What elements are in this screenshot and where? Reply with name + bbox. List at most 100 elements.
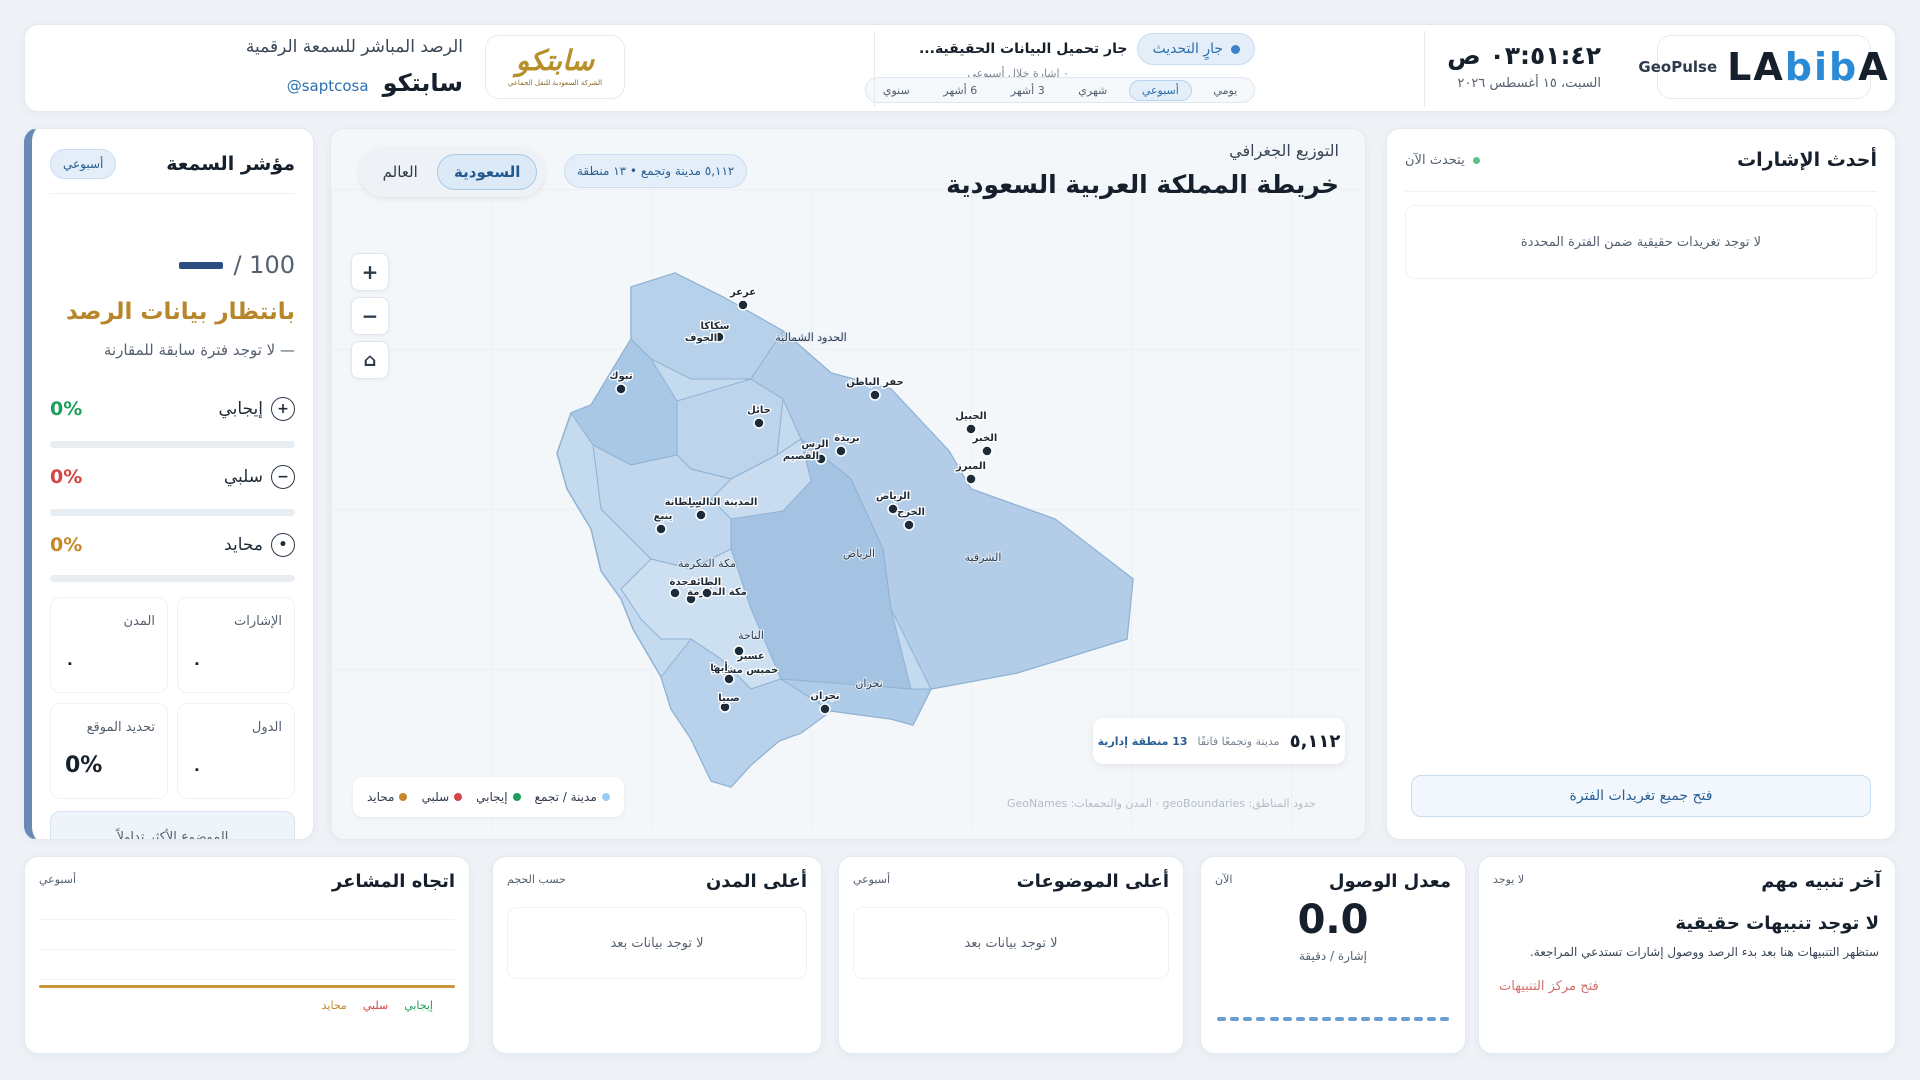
zoom-in-button[interactable]: + <box>351 253 389 291</box>
city-label: تبوك <box>609 371 633 382</box>
regions-count: 13 منطقة إدارية <box>1097 734 1188 748</box>
city-marker[interactable] <box>737 299 749 311</box>
legend-city: مدينة / تجمع <box>535 790 610 804</box>
clock-time: ٠٣:٥١:٤٢ ص <box>1447 41 1601 70</box>
city-label: الرياض <box>876 491 910 502</box>
rate-card-title: معدل الوصول <box>1328 871 1451 892</box>
city-label: عرعر <box>729 287 756 298</box>
cities-stat-label: المدن <box>123 614 155 629</box>
city-label: جدة <box>670 577 689 588</box>
alert-card-title: آخر تنبيه مهم <box>1761 871 1881 892</box>
map-stats-box: ٥,١١٢ مدينة وتجمعًا فاتقًا 13 منطقة إدار… <box>1093 718 1345 764</box>
topics-card-tag: أسبوعي <box>853 873 891 886</box>
range-tab-monthly[interactable]: شهري <box>1066 81 1119 100</box>
city-label: السلطانة <box>665 497 710 508</box>
legend-positive-label: إيجابي <box>476 790 508 804</box>
range-tab-yearly[interactable]: سنوي <box>871 81 922 100</box>
topics-empty-state: لا توجد بيانات بعد <box>853 907 1169 979</box>
city-marker[interactable] <box>965 473 977 485</box>
city-label: الجبيل <box>955 411 986 422</box>
latest-alert-card: آخر تنبيه مهم لا يوجد لا توجد تنبيهات حق… <box>1478 856 1896 1054</box>
city-marker[interactable] <box>723 673 735 685</box>
tab-world[interactable]: العالم <box>367 155 434 189</box>
legend-positive: إيجابي <box>476 790 521 804</box>
latest-signals-title: أحدث الإشارات <box>1737 149 1877 171</box>
brand-handle-link[interactable]: @saptcosa <box>287 77 369 95</box>
negative-progress <box>50 509 295 516</box>
range-tab-daily[interactable]: يومي <box>1201 81 1249 100</box>
city-marker[interactable] <box>695 509 707 521</box>
time-range-tabs: يومي أسبوعي شهري 3 أشهر 6 أشهر سنوي <box>865 77 1255 103</box>
range-tab-weekly[interactable]: أسبوعي <box>1128 79 1192 101</box>
cities-card-tag: حسب الحجم <box>507 873 566 886</box>
city-marker[interactable] <box>669 587 681 599</box>
neutral-progress <box>50 575 295 582</box>
zoom-out-button[interactable]: − <box>351 297 389 335</box>
map-kicker: التوزيع الجغرافي <box>1229 141 1339 160</box>
tab-saudi[interactable]: السعودية <box>437 154 538 190</box>
live-indicator: يتحدث الآن <box>1405 153 1480 168</box>
countries-stat-value: ٠ <box>192 759 202 778</box>
city-label: عسير <box>736 651 764 662</box>
labiba-logo: LAbibA <box>1727 45 1890 89</box>
cities-card-title: أعلى المدن <box>705 871 807 892</box>
alert-card-tag: لا يوجد <box>1493 873 1525 886</box>
reputation-compare: — لا توجد فترة سابقة للمقارنة <box>103 341 295 359</box>
city-marker[interactable] <box>655 523 667 535</box>
countries-stat-label: الدول <box>251 720 282 735</box>
rate-card-tag: الآن <box>1215 873 1233 886</box>
city-label: ينبع <box>654 511 673 522</box>
region-label: الشرقية <box>965 551 1002 564</box>
legend-neutral-label: محايد <box>321 999 347 1012</box>
home-icon[interactable]: ⌂ <box>351 341 389 379</box>
reputation-period-badge[interactable]: أسبوعي <box>50 149 117 179</box>
labiba-geopulse-logo: GeoPulse LAbibA <box>1638 35 1888 99</box>
cities-empty-state: لا توجد بيانات بعد <box>507 907 807 979</box>
range-tab-6-months[interactable]: 6 أشهر <box>931 81 989 100</box>
top-topic-card[interactable]: الموضوع الأكثر تداولاً <box>50 811 295 839</box>
open-alerts-center-link[interactable]: فتح مركز التنبيهات <box>1499 979 1599 994</box>
open-all-tweets-button[interactable]: فتح جميع تغريدات الفترة <box>1411 775 1871 817</box>
chart-gridline <box>39 979 455 980</box>
header-divider <box>874 31 875 107</box>
negative-value: 0% <box>50 466 83 488</box>
saptco-logo-sub: الشركة السعودية للنقل الجماعي <box>507 79 603 87</box>
neutral-trend-line <box>39 985 455 988</box>
region-label: الحدود الشمالية <box>775 331 847 344</box>
clock-block: ٠٣:٥١:٤٢ ص السبت، ١٥ أغسطس ٢٠٢٦ <box>1441 41 1601 91</box>
city-marker[interactable] <box>835 445 847 457</box>
score-max: / 100 <box>233 251 295 279</box>
map-panel: الحدود الشمالية الرياض الشرقية مكة المكر… <box>330 128 1366 840</box>
sentiment-card-title: اتجاه المشاعر <box>331 871 455 892</box>
positive-value: 0% <box>50 398 83 420</box>
top-header: GeoPulse LAbibA ٠٣:٥١:٤٢ ص السبت، ١٥ أغس… <box>24 24 1896 112</box>
geo-stat-label: تحديد الموقع <box>86 720 155 735</box>
city-marker[interactable] <box>701 587 713 599</box>
reputation-score: / 100 <box>179 251 295 279</box>
map-scope-tabs: السعودية العالم <box>359 147 545 197</box>
latest-signals-panel: أحدث الإشارات يتحدث الآن لا توجد تغريدات… <box>1386 128 1896 840</box>
range-tab-3-months[interactable]: 3 أشهر <box>999 81 1057 100</box>
negative-label: سلبي <box>223 467 263 487</box>
sentiment-legend: إيجابي سلبي محايد <box>322 999 433 1012</box>
city-label: الرس <box>801 439 828 450</box>
city-marker[interactable] <box>869 389 881 401</box>
live-dot-icon <box>1472 156 1480 164</box>
city-label: بريدة <box>834 433 859 444</box>
header-divider <box>1424 31 1425 107</box>
city-label: نجران <box>810 691 839 702</box>
rate-sparkline <box>1217 1017 1449 1021</box>
reputation-status: بانتظار بيانات الرصد <box>66 299 295 325</box>
reputation-title: مؤشر السمعة <box>166 153 295 175</box>
city-marker[interactable] <box>753 417 765 429</box>
positive-row: + إيجابي 0% <box>50 397 295 421</box>
signals-empty-state: لا توجد تغريدات حقيقية ضمن الفترة المحدد… <box>1405 205 1877 279</box>
city-marker[interactable] <box>615 383 627 395</box>
cities-stat-value: ٠ <box>65 653 75 672</box>
city-marker[interactable] <box>819 703 831 715</box>
city-marker[interactable] <box>981 445 993 457</box>
city-marker[interactable] <box>903 519 915 531</box>
brand-block: الرصد المباشر للسمعة الرقمية سابتكو @sap… <box>43 37 463 97</box>
chart-gridline <box>39 919 455 920</box>
arrival-rate-unit: إشارة / دقيقة <box>1298 949 1367 963</box>
